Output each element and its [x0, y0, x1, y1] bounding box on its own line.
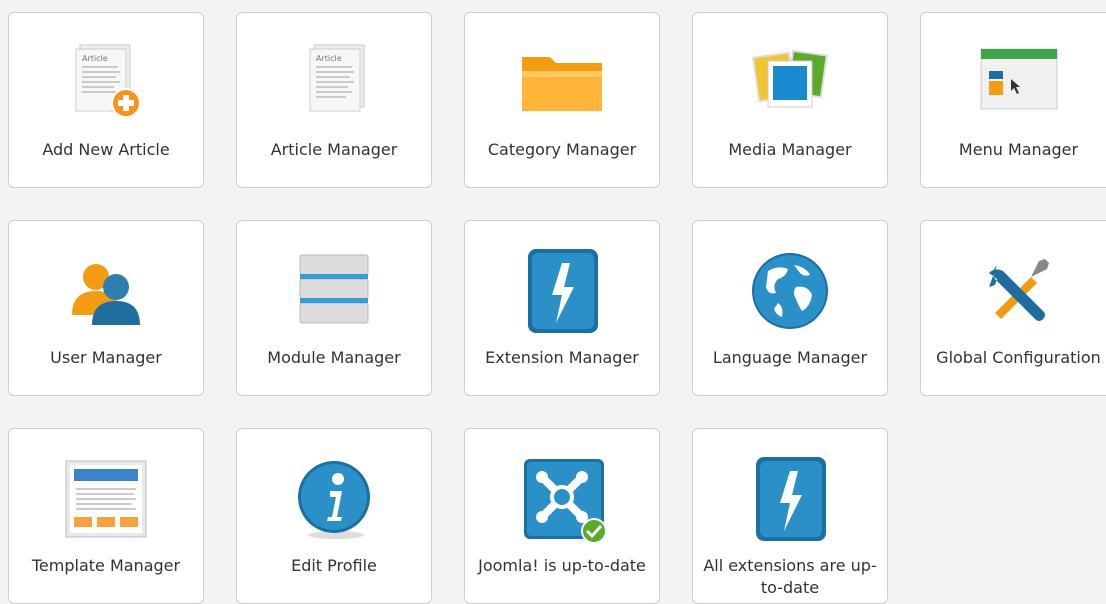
tile-label: Media Manager: [728, 140, 852, 159]
tile-label: Language Manager: [712, 348, 868, 367]
tile-article-manager[interactable]: Article Article Manager: [236, 12, 432, 188]
tile-category-manager[interactable]: Category Manager: [464, 12, 660, 188]
tile-label: Article Manager: [270, 140, 398, 159]
tile-all-extensions-up-to-date[interactable]: All extensions are up-to-date: [692, 428, 888, 604]
tile-label: All extensions are up-to-date: [703, 556, 877, 597]
article-heading-text: Article: [82, 54, 108, 63]
info-icon: [286, 451, 382, 547]
tile-global-configuration[interactable]: Global Configuration: [920, 220, 1106, 396]
module-icon: [286, 243, 382, 339]
menu-icon: [971, 35, 1067, 131]
tile-media-manager[interactable]: Media Manager: [692, 12, 888, 188]
tile-label: Template Manager: [31, 556, 181, 575]
tile-label: User Manager: [50, 348, 162, 367]
extension-icon: [514, 243, 610, 339]
tile-add-new-article[interactable]: Article Add New Article: [8, 12, 204, 188]
tile-label: Module Manager: [267, 348, 401, 367]
article-icon: Article: [286, 35, 382, 131]
tile-label: Category Manager: [487, 140, 637, 159]
media-icon: [742, 35, 838, 131]
tile-extension-manager[interactable]: Extension Manager: [464, 220, 660, 396]
add-article-icon: Article: [58, 35, 154, 131]
users-icon: [58, 243, 154, 339]
template-icon: [58, 451, 154, 547]
tile-label: Add New Article: [42, 140, 170, 159]
tile-language-manager[interactable]: Language Manager: [692, 220, 888, 396]
tile-edit-profile[interactable]: Edit Profile: [236, 428, 432, 604]
joomla-icon: [514, 451, 610, 547]
globe-icon: [742, 243, 838, 339]
tile-menu-manager[interactable]: Menu Manager: [920, 12, 1106, 188]
tile-label: Menu Manager: [958, 140, 1079, 159]
extension-update-icon: [742, 451, 838, 547]
article-heading-text: Article: [316, 54, 342, 63]
folder-icon: [514, 35, 610, 131]
tile-template-manager[interactable]: Template Manager: [8, 428, 204, 604]
tile-label: Global Configuration: [936, 348, 1101, 367]
tile-label: Joomla! is up-to-date: [478, 556, 646, 575]
tile-user-manager[interactable]: User Manager: [8, 220, 204, 396]
tile-label: Edit Profile: [291, 556, 377, 575]
tile-label: Extension Manager: [485, 348, 639, 367]
tile-module-manager[interactable]: Module Manager: [236, 220, 432, 396]
tile-joomla-up-to-date[interactable]: Joomla! is up-to-date: [464, 428, 660, 604]
tools-icon: [971, 243, 1067, 339]
